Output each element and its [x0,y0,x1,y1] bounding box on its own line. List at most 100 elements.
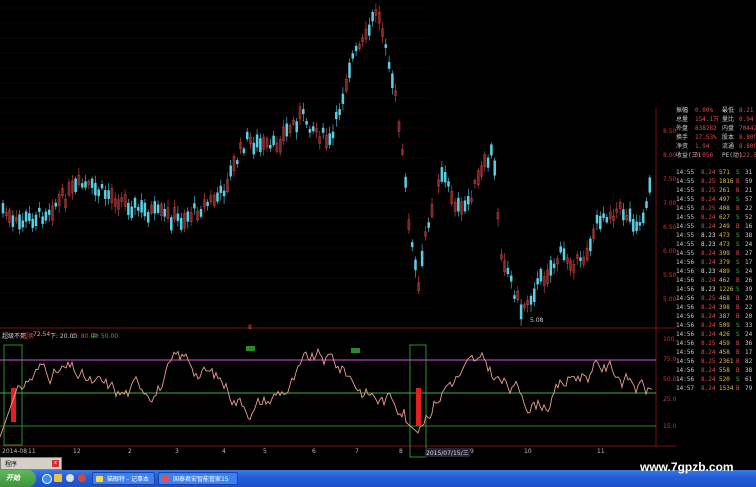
tick-field: 8.24 [701,223,716,230]
quote-field: 0.00% [695,107,714,114]
close-icon[interactable]: x [52,460,59,467]
tick-field: 14:55 [676,196,695,203]
tick-field: 14:56 [676,331,695,338]
tick-field: 14:56 [676,358,695,365]
tick-field: 14:56 [676,376,695,383]
quote-field: 换手 [676,134,689,141]
candle-body [146,212,150,223]
tick-field: 8.24 [701,169,716,176]
tick-field: B [736,367,740,374]
tick-field: 497 [719,196,730,203]
tick-field: 14:56 [676,304,695,311]
candle-body [236,160,239,164]
tick-field: 8.24 [701,313,716,320]
tick-field: B [736,205,740,212]
tick-field: 59 [745,178,753,185]
candle-body [529,295,533,305]
candle-body [338,109,341,116]
popup-title: 程序 [5,461,18,468]
tick-field: 8.24 [701,331,716,338]
candle-body [635,221,638,232]
candle-body [163,209,166,217]
candle-body [602,213,605,219]
tick-field: 14:55 [676,178,695,185]
candle-body [427,222,430,228]
quote-field: 外盘 [676,125,689,132]
price-scale-label: 6.50 [663,224,677,231]
tick-field: B [736,223,740,230]
tick-field: 14:55 [676,214,695,221]
candle-body [130,206,133,218]
app-icon[interactable] [78,474,86,482]
candle-body [140,200,143,213]
candle-body [38,207,41,212]
candle-body [199,209,203,217]
time-axis-label: 10 [524,448,532,455]
start-button[interactable]: 开始 [0,470,36,487]
tick-field: 8.25 [701,358,716,365]
tick-field: B [736,385,740,392]
sell-signal-mark [351,348,360,353]
tick-field: 21 [745,187,753,194]
candle-body [1,203,5,214]
quote-field: 量比 [722,116,735,123]
crosshair-marker: 8 [248,324,252,331]
quote-field: 0.058 [695,152,714,159]
price-scale-label: 6.00 [663,248,677,255]
candle-body [321,127,325,133]
program-popup[interactable]: 程序 x [0,457,62,470]
tick-field: 8.24 [701,367,716,374]
browser-icon[interactable] [42,474,52,484]
tick-field: 249 [719,223,730,230]
candle-body [539,268,543,282]
tick-field: 14:56 [676,313,695,320]
tick-field: 398 [719,304,730,311]
tick-field: 8.25 [701,205,716,212]
kline-chart[interactable]: 5.08 8 [0,0,676,470]
tick-field: B [736,178,740,185]
candle-body [31,218,34,228]
date-tooltip: 2015/07/15/三 [425,448,470,457]
candle-body [21,220,25,228]
time-axis-label: 2 [128,448,132,455]
tick-field: 8.25 [701,178,716,185]
candle-body [599,215,602,229]
tick-field: 33 [745,322,753,329]
tick-field: S [736,169,740,176]
price-scale-label: 7.00 [663,200,677,207]
tick-field: S [736,259,740,266]
tick-field: 8.24 [701,250,716,257]
candle-body [562,248,566,261]
tick-field: S [736,232,740,239]
candle-body [302,109,305,115]
time-axis-label: 7 [355,448,359,455]
taskbar-item-trading[interactable]: 国泰君安智能管家15 [158,472,238,485]
tick-field: 31 [745,169,753,176]
candle-body [222,190,226,197]
candle-body [579,257,582,262]
notepad-icon [96,476,103,482]
site-watermark: www.7gpzb.com [640,460,734,474]
candle-body [414,259,417,271]
taskbar-item-notepad[interactable]: 猫眼特 - 记事本 [92,472,155,485]
tick-field: 571 [719,169,730,176]
tick-field: S [736,241,740,248]
candle-body [311,126,315,132]
quote-panel: 振幅 0.00% 最低 8.21 总量 154.1万 量比 0.94 外盘 838282 内盘 704… [676,108,756,468]
candle-body [443,172,447,183]
tick-field: 14:57 [676,385,695,392]
candle-body [259,138,262,153]
candle-body [206,201,209,207]
media-icon[interactable] [66,474,74,482]
candle-body [595,214,599,224]
candle-body [308,129,312,133]
folder-icon[interactable] [54,474,62,482]
quote-field: 最低 [722,107,735,114]
candle-body [186,211,190,222]
candle-body [44,211,48,221]
candle-body [549,260,553,276]
candle-body [519,304,523,320]
candle-body [605,217,609,223]
candle-body [648,177,652,193]
time-axis-label: 12 [73,448,81,455]
